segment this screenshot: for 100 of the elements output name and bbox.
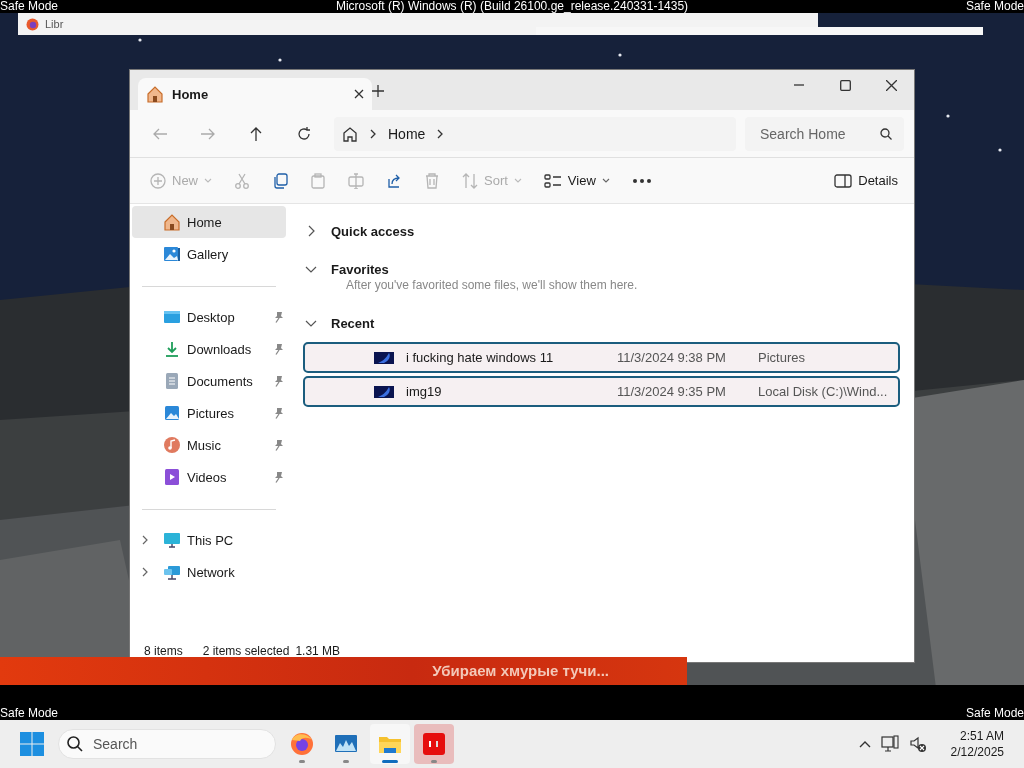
sidebar-item[interactable]: Downloads — [132, 333, 286, 365]
up-arrow-icon — [250, 126, 262, 141]
section-header[interactable]: Favorites — [331, 261, 389, 277]
back-arrow-icon — [153, 127, 167, 140]
pin-icon — [273, 439, 284, 451]
volume-muted-icon[interactable] — [908, 735, 927, 753]
network-icon — [163, 563, 181, 581]
copy-icon — [272, 172, 288, 189]
safe-mode-label: Safe Mode — [965, 0, 1024, 13]
safe-mode-label: Safe Mode — [965, 706, 1024, 720]
details-pane-icon — [834, 173, 853, 188]
selection-size: 1.31 MB — [295, 644, 341, 658]
document-icon — [163, 372, 181, 390]
forward-arrow-icon — [201, 127, 215, 140]
taskbar-app[interactable] — [414, 724, 454, 764]
breadcrumb-item[interactable]: Home — [388, 125, 426, 142]
home-icon — [163, 213, 181, 231]
sidebar-item[interactable]: Desktop — [132, 301, 286, 333]
browser-icon — [290, 732, 314, 756]
file-date: 11/3/2024 9:38 PM — [617, 350, 727, 365]
scissors-icon — [234, 172, 250, 189]
pin-icon — [273, 311, 284, 323]
sidebar-item[interactable]: Home — [132, 206, 286, 238]
pin-icon — [273, 407, 284, 419]
sidebar-item[interactable]: Pictures — [132, 397, 286, 429]
start-icon[interactable] — [20, 732, 44, 756]
chevron-up-icon[interactable] — [858, 740, 871, 748]
file-name: img19 — [406, 384, 443, 399]
chevron-icon — [437, 128, 444, 139]
network-status-icon[interactable] — [880, 735, 899, 753]
pin-icon — [273, 343, 284, 355]
sort-icon — [462, 172, 478, 189]
tab[interactable]: Home — [138, 78, 372, 110]
file-date: 11/3/2024 9:35 PM — [617, 384, 727, 399]
trash-icon — [424, 172, 440, 189]
refresh-icon — [297, 126, 311, 141]
section-header[interactable]: Recent — [331, 315, 375, 331]
download-icon — [163, 340, 181, 358]
sidebar-item[interactable]: Videos — [132, 461, 286, 493]
rename-icon — [348, 172, 364, 189]
caret-icon — [601, 178, 610, 183]
file-row[interactable]: i fucking hate windows 11 11/3/2024 9:38 PM Pictures — [303, 342, 900, 373]
sidebar-item[interactable]: This PC — [132, 524, 286, 556]
taskbar-search[interactable]: Search — [58, 729, 276, 759]
video-icon — [163, 468, 181, 486]
view-icon — [543, 172, 562, 189]
empty-message: After you've favorited some files, we'll show them here. — [345, 278, 639, 294]
system-title: Microsoft (R) Windows (R) (Build 26100.ge_release.240331-1435) — [335, 0, 689, 13]
close-icon[interactable] — [354, 89, 364, 99]
banner-text: Убираем хмурые тучи... — [432, 662, 609, 679]
details-button[interactable]: Details — [828, 164, 904, 197]
pin-icon — [273, 471, 284, 483]
clock-time[interactable]: 2:51 AM — [959, 728, 1004, 744]
desktop-icon — [163, 308, 181, 326]
chevron-icon — [370, 128, 376, 139]
chevron-down-icon[interactable] — [305, 319, 317, 327]
caret-icon — [513, 178, 522, 183]
chevron-down-icon[interactable] — [305, 265, 317, 273]
pin-icon — [273, 375, 284, 387]
item-count: 8 items — [144, 644, 183, 658]
search-icon — [67, 736, 83, 752]
sidebar-item[interactable]: Gallery — [132, 238, 286, 270]
clock-date[interactable]: 2/12/2025 — [950, 744, 1004, 760]
selection-count: 2 items selected — [202, 644, 290, 658]
image-file-icon — [374, 385, 394, 398]
plus-icon — [150, 172, 166, 189]
app-icon — [422, 732, 446, 756]
caret-icon — [204, 178, 212, 183]
file-row[interactable]: img19 11/3/2024 9:35 PM Local Disk (C:)\Wind... — [303, 376, 900, 407]
file-location: Local Disk (C:)\Wind... — [758, 384, 888, 399]
image-file-icon — [374, 351, 394, 364]
minimize-icon — [794, 84, 804, 86]
gallery-icon — [163, 245, 181, 263]
more-icon — [631, 177, 652, 184]
home-icon — [342, 125, 358, 142]
browser-icon — [26, 17, 39, 31]
file-location: Pictures — [758, 350, 805, 365]
safe-mode-label: Safe Mode — [0, 706, 59, 720]
taskbar-app[interactable] — [370, 724, 410, 764]
sidebar-item[interactable]: Network — [132, 556, 286, 588]
plus-icon — [372, 85, 384, 97]
sidebar-item[interactable]: Music — [132, 429, 286, 461]
maximize-icon — [839, 79, 851, 91]
home-icon — [146, 85, 164, 103]
close-icon — [885, 79, 897, 91]
search-icon — [880, 127, 892, 140]
share-icon — [386, 172, 402, 189]
address-bar[interactable]: Home — [334, 116, 736, 151]
picture-icon — [163, 404, 181, 422]
music-icon — [163, 436, 181, 454]
chevron-icon — [142, 535, 148, 545]
section-header[interactable]: Quick access — [331, 223, 415, 239]
safe-mode-label: Safe Mode — [0, 0, 59, 13]
window-title: Libr — [45, 18, 64, 30]
clipboard-icon — [310, 172, 326, 189]
view-button[interactable]: View — [537, 164, 616, 197]
file-name: i fucking hate windows 11 — [406, 350, 555, 365]
chevron-icon — [142, 567, 148, 577]
sidebar-item[interactable]: Documents — [132, 365, 286, 397]
search-field[interactable]: Search Home — [745, 116, 904, 151]
